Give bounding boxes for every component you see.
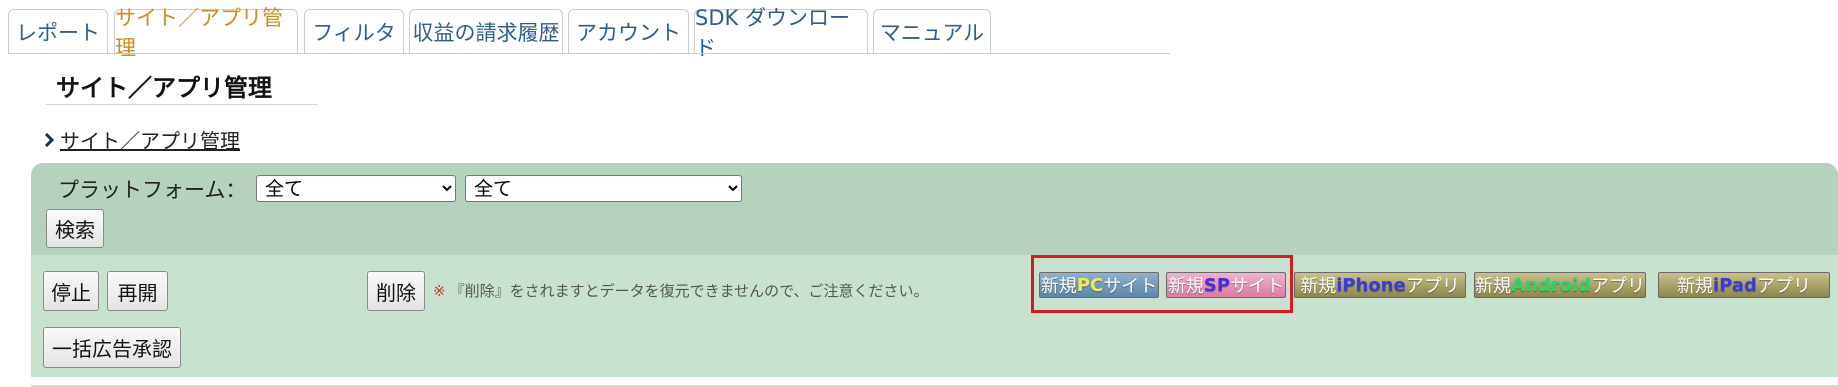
new-ipad-suffix: アプリ	[1756, 276, 1811, 297]
new-ipad-app-button[interactable]: 新規 iPad アプリ	[1658, 272, 1830, 298]
tab-site-app-management[interactable]: サイト／アプリ管理	[114, 6, 298, 60]
new-iphone-prefix: 新規	[1300, 276, 1337, 297]
tab-manual[interactable]: マニュアル	[873, 9, 991, 53]
new-iphone-app-button[interactable]: 新規 iPhone アプリ	[1294, 272, 1466, 298]
platform-select[interactable]: 全て	[256, 175, 456, 202]
warning-text: 『削除』をされますとデータを復元できませんので、ご注意ください。	[449, 282, 929, 300]
tab-sdk-download[interactable]: SDK ダウンロード	[694, 6, 868, 60]
new-iphone-suffix: アプリ	[1405, 276, 1460, 297]
chevron-right-icon	[44, 132, 54, 147]
platform-subselect[interactable]: 全て	[465, 175, 742, 202]
page-title: サイト／アプリ管理	[56, 74, 272, 102]
highlight-box	[1031, 255, 1293, 313]
delete-button[interactable]: 削除	[367, 271, 425, 311]
breadcrumb: サイト／アプリ管理	[44, 125, 240, 154]
tab-filter[interactable]: フィルタ	[304, 9, 404, 53]
new-android-highlight: Android	[1511, 274, 1591, 296]
tab-account[interactable]: アカウント	[568, 9, 689, 53]
tab-baseline	[8, 53, 1170, 54]
new-android-app-button[interactable]: 新規 Android アプリ	[1474, 272, 1646, 298]
title-divider	[46, 104, 318, 105]
resume-button[interactable]: 再開	[107, 271, 168, 311]
breadcrumb-link-site-app-management[interactable]: サイト／アプリ管理	[60, 125, 240, 154]
new-iphone-highlight: iPhone	[1336, 274, 1406, 296]
warning-mark: ※	[433, 282, 446, 300]
new-android-prefix: 新規	[1475, 276, 1512, 297]
platform-label: プラットフォーム：	[58, 178, 247, 202]
stop-button[interactable]: 停止	[43, 271, 99, 311]
search-button[interactable]: 検索	[46, 209, 104, 248]
bulk-ad-approve-button[interactable]: 一括広告承認	[43, 327, 181, 368]
delete-warning: ※ 『削除』をされますとデータを復元できませんので、ご注意ください。	[433, 280, 929, 301]
new-ipad-highlight: iPad	[1713, 274, 1757, 296]
new-android-suffix: アプリ	[1590, 276, 1645, 297]
new-ipad-prefix: 新規	[1677, 276, 1714, 297]
tab-billing-history[interactable]: 収益の請求履歴	[409, 9, 563, 53]
tab-report[interactable]: レポート	[8, 9, 108, 53]
